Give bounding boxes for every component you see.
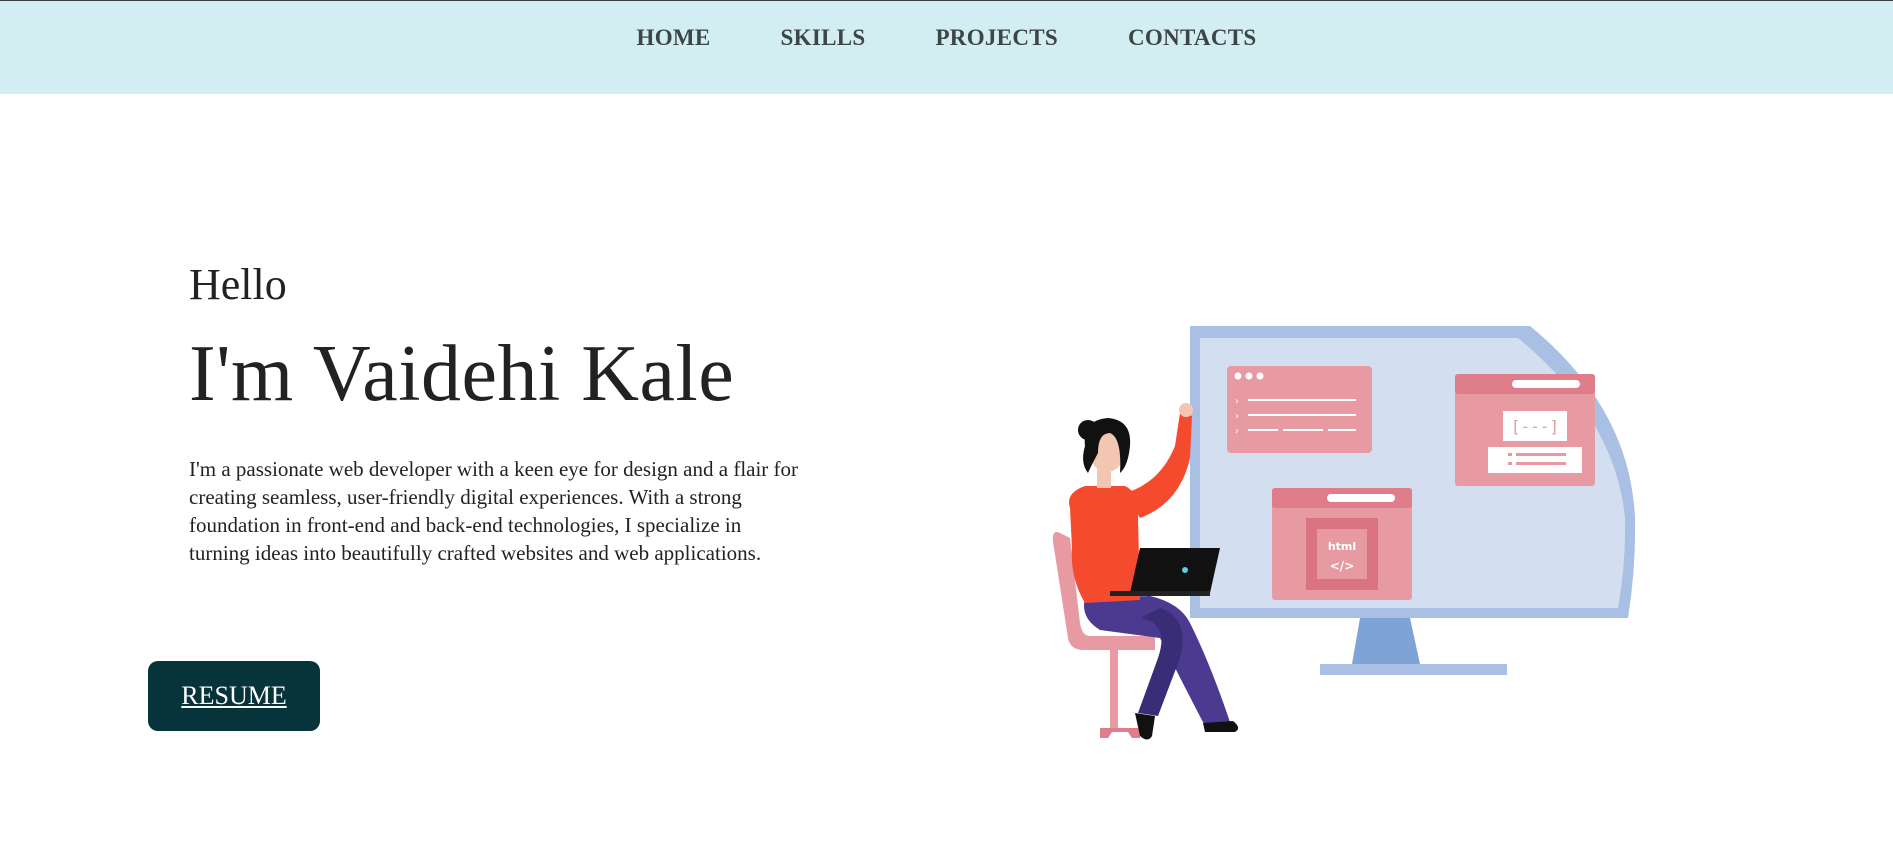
nav-skills-link[interactable]: SKILLS	[781, 25, 866, 51]
nav-contacts-link[interactable]: CONTACTS	[1128, 25, 1257, 51]
svg-text:›: ›	[1235, 396, 1239, 407]
bracket-card-text: [---]	[1511, 417, 1559, 436]
svg-text:›: ›	[1235, 426, 1239, 437]
html-label: html	[1328, 540, 1356, 553]
code-tag-label: </>	[1330, 559, 1355, 573]
developer-illustration: › › › [---] html </>	[1052, 326, 1636, 740]
hero-name: I'm Vaidehi Kale	[189, 330, 735, 418]
hero-section: Hello I'm Vaidehi Kale I'm a passionate …	[189, 255, 829, 567]
resume-button[interactable]: RESUME	[148, 661, 320, 731]
nav-projects-link[interactable]: PROJECTS	[935, 25, 1058, 51]
hero-greeting: Hello	[189, 260, 287, 309]
monitor-stand	[1320, 618, 1507, 675]
folder-card: [---]	[1455, 374, 1595, 486]
navbar: HOME SKILLS PROJECTS CONTACTS	[0, 1, 1893, 94]
code-card: html </>	[1272, 488, 1412, 600]
terminal-card: › › ›	[1227, 366, 1372, 453]
hero-bio: I'm a passionate web developer with a ke…	[189, 457, 799, 565]
nav-home-link[interactable]: HOME	[637, 25, 711, 51]
svg-text:›: ›	[1235, 411, 1239, 422]
